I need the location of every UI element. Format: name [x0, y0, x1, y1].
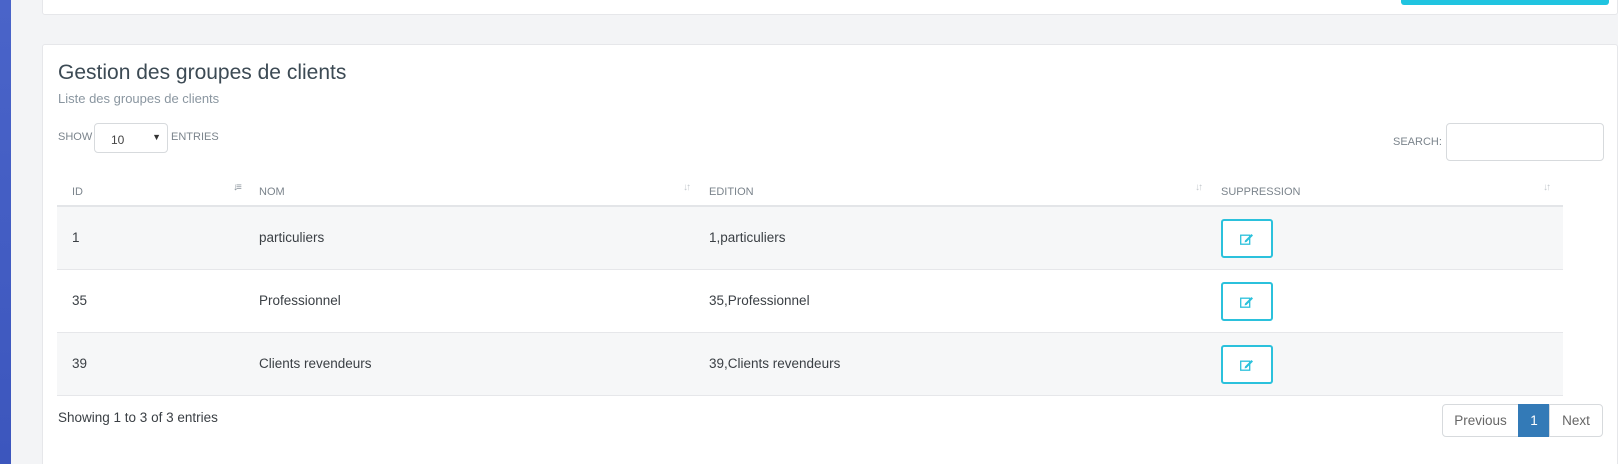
cell-id: 35	[72, 293, 88, 308]
top-action-button[interactable]	[1401, 0, 1609, 5]
top-card	[42, 0, 1618, 15]
edit-icon	[1240, 233, 1253, 245]
cell-edition: 35,Professionnel	[709, 293, 810, 308]
cell-edition: 39,Clients revendeurs	[709, 356, 841, 371]
entries-label: ENTRIES	[171, 131, 219, 143]
edit-icon	[1240, 359, 1253, 371]
search-input[interactable]	[1446, 123, 1604, 161]
cell-nom: particuliers	[259, 230, 325, 245]
caret-down-icon: ▼	[152, 132, 161, 142]
column-header-nom[interactable]: NOM	[259, 186, 285, 198]
edit-button[interactable]	[1221, 345, 1273, 384]
sort-both-icon[interactable]: ↓↑	[683, 182, 691, 193]
cell-nom: Clients revendeurs	[259, 356, 372, 371]
column-header-id[interactable]: ID	[72, 186, 83, 198]
cell-id: 39	[72, 356, 88, 371]
table-header: ID ↓≡ NOM ↓↑ EDITION ↓↑ SUPPRESSION ↓↑	[57, 178, 1563, 207]
client-groups-card: Gestion des groupes de clients Liste des…	[42, 44, 1618, 464]
cell-nom: Professionnel	[259, 293, 341, 308]
show-label: SHOW	[58, 131, 93, 143]
edit-button[interactable]	[1221, 282, 1273, 321]
cell-id: 1	[72, 230, 80, 245]
column-header-suppression[interactable]: SUPPRESSION	[1221, 186, 1300, 198]
entries-length-value: 10	[111, 133, 125, 147]
table-row: 1 particuliers 1,particuliers	[57, 207, 1563, 270]
table-row: 35 Professionnel 35,Professionnel	[57, 270, 1563, 333]
column-header-edition[interactable]: EDITION	[709, 186, 754, 198]
next-page-button[interactable]: Next	[1549, 404, 1603, 437]
edit-button[interactable]	[1221, 219, 1273, 258]
edit-icon	[1240, 296, 1253, 308]
search-label: SEARCH:	[1393, 136, 1442, 148]
cell-edition: 1,particuliers	[709, 230, 786, 245]
pagination: Previous 1 Next	[1442, 404, 1603, 437]
page-title: Gestion des groupes de clients	[58, 61, 347, 84]
previous-page-button[interactable]: Previous	[1442, 404, 1519, 437]
table-row: 39 Clients revendeurs 39,Clients revende…	[57, 333, 1563, 396]
client-groups-table: ID ↓≡ NOM ↓↑ EDITION ↓↑ SUPPRESSION ↓↑ 1…	[57, 178, 1563, 396]
entries-length-select[interactable]: 10 ▼	[94, 123, 168, 153]
sort-amount-asc-icon[interactable]: ↓≡	[233, 182, 242, 193]
page-1-button[interactable]: 1	[1518, 404, 1550, 437]
sort-both-icon[interactable]: ↓↑	[1195, 182, 1203, 193]
table-info: Showing 1 to 3 of 3 entries	[58, 410, 218, 425]
page-subtitle: Liste des groupes de clients	[58, 91, 220, 106]
sidebar-edge	[0, 0, 11, 464]
sort-both-icon[interactable]: ↓↑	[1543, 182, 1551, 193]
